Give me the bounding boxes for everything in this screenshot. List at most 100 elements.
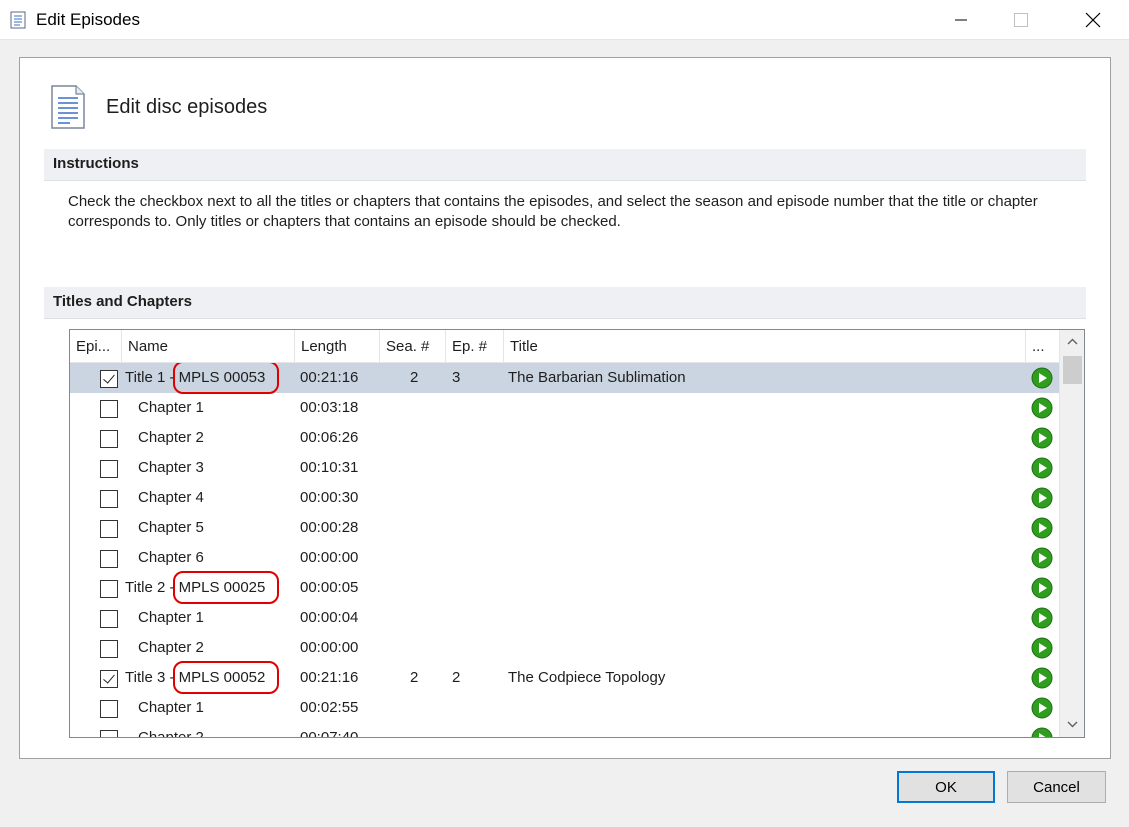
scroll-thumb[interactable]	[1063, 356, 1082, 384]
row-name: Chapter 2	[138, 729, 204, 738]
chevron-down-icon	[1067, 721, 1078, 727]
episode-checkbox[interactable]	[100, 580, 118, 598]
episode-checkbox[interactable]	[100, 490, 118, 508]
play-icon[interactable]	[1031, 637, 1053, 659]
vertical-scrollbar[interactable]	[1059, 330, 1084, 737]
table-row[interactable]: Chapter 5 00:00:28	[70, 513, 1059, 543]
row-length: 00:03:18	[300, 399, 359, 416]
row-title: The Codpiece Topology	[508, 669, 666, 686]
row-name: Chapter 1	[138, 399, 204, 416]
row-length: 00:00:28	[300, 519, 359, 536]
episode-checkbox[interactable]	[100, 700, 118, 718]
row-name: Chapter 6	[138, 549, 204, 566]
row-length: 00:00:30	[300, 489, 359, 506]
instructions-header: Instructions	[44, 149, 1086, 181]
table-row[interactable]: Chapter 1 00:03:18	[70, 393, 1059, 423]
play-icon[interactable]	[1031, 697, 1053, 719]
content-panel: Edit disc episodes Instructions Check th…	[19, 57, 1111, 759]
title-bar: Edit Episodes	[0, 0, 1129, 40]
highlight-annotation	[173, 571, 279, 604]
play-icon[interactable]	[1031, 727, 1053, 738]
episode-checkbox[interactable]	[100, 730, 118, 737]
row-length: 00:07:40	[300, 729, 359, 738]
play-icon[interactable]	[1031, 427, 1053, 449]
episode-checkbox[interactable]	[100, 430, 118, 448]
row-length: 00:00:00	[300, 549, 359, 566]
table-row[interactable]: Chapter 1 00:00:04	[70, 603, 1059, 633]
row-length: 00:10:31	[300, 459, 359, 476]
minimize-button[interactable]	[938, 0, 984, 40]
row-name: Chapter 1	[138, 609, 204, 626]
page-heading: Edit disc episodes	[106, 96, 268, 118]
close-button[interactable]	[1070, 0, 1116, 40]
ok-button[interactable]: OK	[897, 771, 995, 803]
minimize-icon	[955, 19, 967, 21]
column-episode-number[interactable]: Ep. #	[446, 330, 504, 363]
window-title: Edit Episodes	[36, 10, 140, 29]
row-name: Chapter 2	[138, 639, 204, 656]
row-length: 00:00:04	[300, 609, 359, 626]
row-name: Chapter 5	[138, 519, 204, 536]
maximize-button[interactable]	[998, 0, 1044, 40]
row-length: 00:00:05	[300, 579, 359, 596]
table-row[interactable]: Chapter 1 00:02:55	[70, 693, 1059, 723]
row-title: The Barbarian Sublimation	[508, 369, 686, 386]
play-icon[interactable]	[1031, 487, 1053, 509]
instructions-text: Check the checkbox next to all the title…	[68, 193, 1038, 230]
episode-checkbox[interactable]	[100, 670, 118, 688]
play-icon[interactable]	[1031, 607, 1053, 629]
row-season[interactable]: 2	[410, 663, 418, 693]
titles-list[interactable]: Epi... Name Length Sea. # Ep. # Title ..…	[69, 329, 1085, 738]
play-icon[interactable]	[1031, 667, 1053, 689]
column-length[interactable]: Length	[295, 330, 380, 363]
play-icon[interactable]	[1031, 577, 1053, 599]
table-row[interactable]: Chapter 2 00:06:26	[70, 423, 1059, 453]
row-name: Chapter 4	[138, 489, 204, 506]
row-name: Chapter 1	[138, 699, 204, 716]
episode-checkbox[interactable]	[100, 370, 118, 388]
highlight-annotation	[173, 363, 279, 394]
episode-checkbox[interactable]	[100, 520, 118, 538]
list-header: Epi... Name Length Sea. # Ep. # Title ..…	[70, 330, 1059, 363]
row-name: Chapter 2	[138, 429, 204, 446]
maximize-icon	[1014, 13, 1028, 27]
row-length: 00:00:00	[300, 639, 359, 656]
episode-checkbox[interactable]	[100, 610, 118, 628]
highlight-annotation	[173, 661, 279, 694]
chevron-up-icon	[1067, 338, 1078, 344]
episode-checkbox[interactable]	[100, 550, 118, 568]
play-icon[interactable]	[1031, 517, 1053, 539]
table-row[interactable]: Chapter 6 00:00:00	[70, 543, 1059, 573]
scroll-up-button[interactable]	[1060, 330, 1084, 352]
column-name[interactable]: Name	[122, 330, 295, 363]
row-length: 00:06:26	[300, 429, 359, 446]
table-row[interactable]: Chapter 4 00:00:30	[70, 483, 1059, 513]
play-icon[interactable]	[1031, 547, 1053, 569]
row-length: 00:21:16	[300, 669, 359, 686]
document-icon	[51, 85, 85, 129]
column-title[interactable]: Title	[504, 330, 1026, 363]
row-name: Chapter 3	[138, 459, 204, 476]
table-row[interactable]: Chapter 2 00:07:40	[70, 723, 1059, 738]
play-icon[interactable]	[1031, 457, 1053, 479]
row-episode-number[interactable]: 2	[452, 663, 460, 693]
row-episode-number[interactable]: 3	[452, 363, 460, 393]
table-row[interactable]: Chapter 2 00:00:00	[70, 633, 1059, 663]
episode-checkbox[interactable]	[100, 460, 118, 478]
scroll-down-button[interactable]	[1060, 713, 1084, 735]
document-icon	[10, 11, 26, 29]
cancel-button[interactable]: Cancel	[1007, 771, 1106, 803]
column-more[interactable]: ...	[1026, 330, 1059, 363]
close-icon	[1085, 12, 1101, 28]
column-episode[interactable]: Epi...	[70, 330, 122, 363]
list-rows: Title 1 - MPLS 00053 00:21:16 2 3 The Ba…	[70, 363, 1059, 738]
titles-chapters-header: Titles and Chapters	[44, 287, 1086, 319]
table-row[interactable]: Chapter 3 00:10:31	[70, 453, 1059, 483]
play-icon[interactable]	[1031, 367, 1053, 389]
row-length: 00:02:55	[300, 699, 359, 716]
play-icon[interactable]	[1031, 397, 1053, 419]
row-season[interactable]: 2	[410, 363, 418, 393]
column-season[interactable]: Sea. #	[380, 330, 446, 363]
episode-checkbox[interactable]	[100, 640, 118, 658]
episode-checkbox[interactable]	[100, 400, 118, 418]
